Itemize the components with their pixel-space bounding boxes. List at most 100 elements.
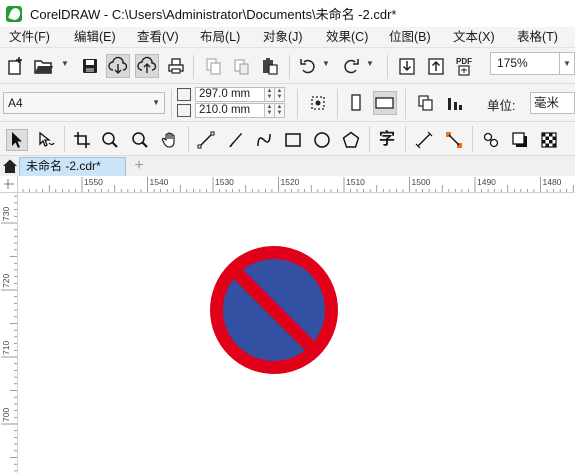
ruler-label: 700 <box>1 408 11 422</box>
toolbar-separator <box>337 89 338 119</box>
page-height-row: 210.0 mm ▲ ▼ ▲ ▼ <box>177 103 290 118</box>
units-select[interactable]: 毫米 <box>530 92 575 114</box>
ellipse-tool-icon[interactable] <box>311 129 333 151</box>
connector-tool-icon[interactable] <box>443 129 465 151</box>
tab-document[interactable]: 未命名 -2.cdr* <box>19 157 126 176</box>
redo-dropdown-icon[interactable]: ▼ <box>366 59 374 68</box>
all-pages-icon[interactable] <box>414 91 438 115</box>
menu-bitmaps[interactable]: 位图(B) <box>389 27 431 48</box>
drawing-layer <box>210 246 338 374</box>
undo-dropdown-icon[interactable]: ▼ <box>322 59 330 68</box>
page-size-select[interactable]: A4 ▼ <box>3 92 165 114</box>
pick-tool-icon[interactable] <box>6 129 28 151</box>
units-label: 单位: <box>487 99 516 113</box>
zoom-tool-icon[interactable] <box>99 129 121 151</box>
current-page-icon[interactable] <box>443 91 467 115</box>
import-icon[interactable] <box>395 54 419 78</box>
shape-tool-icon[interactable] <box>35 129 57 151</box>
ruler-label: 730 <box>1 207 11 221</box>
export-icon[interactable] <box>424 54 448 78</box>
menu-file[interactable]: 文件(F) <box>9 27 50 48</box>
title-bar: CorelDRAW - C:\Users\Administrator\Docum… <box>0 0 575 27</box>
ruler-label: 1490 <box>477 177 496 187</box>
crop-tool-icon[interactable] <box>71 129 93 151</box>
page-width-icon <box>177 88 191 101</box>
zoom-out-icon[interactable] <box>129 129 151 151</box>
pan-tool-icon[interactable] <box>159 129 181 151</box>
width-spin-up-icon[interactable]: ▲ ▼ <box>265 87 275 102</box>
menu-object[interactable]: 对象(J) <box>263 27 303 48</box>
parallel-dimension-icon[interactable] <box>413 129 435 151</box>
ruler-label: 710 <box>1 341 11 355</box>
text-tool-icon[interactable]: 字 <box>376 129 398 151</box>
add-tab-button[interactable]: + <box>131 157 147 175</box>
page-height-icon <box>177 104 191 117</box>
window-title: CorelDRAW - C:\Users\Administrator\Docum… <box>30 7 397 22</box>
ruler-label: 1530 <box>215 177 234 187</box>
vertical-ruler[interactable]: 730 720 710 700 <box>0 193 18 473</box>
drawing-canvas[interactable] <box>18 193 575 473</box>
page-width-row: 297.0 mm ▲ ▼ ▲ ▼ <box>177 87 290 102</box>
publish-pdf-icon[interactable]: PDF <box>453 54 477 78</box>
toolbar-separator <box>405 126 406 152</box>
home-icon[interactable] <box>2 158 18 174</box>
chevron-down-icon: ▼ <box>152 98 160 107</box>
cloud-download-icon[interactable] <box>106 54 130 78</box>
ruler-label: 1500 <box>412 177 431 187</box>
open-icon[interactable] <box>32 54 56 78</box>
toolbar-separator <box>193 55 194 79</box>
ruler-label: 1550 <box>84 177 103 187</box>
menu-layout[interactable]: 布局(L) <box>200 27 240 48</box>
save-icon[interactable] <box>78 54 102 78</box>
page-width-input[interactable]: 297.0 mm <box>195 87 265 102</box>
ruler-label: 1520 <box>281 177 300 187</box>
freehand-tool-icon[interactable] <box>195 129 217 151</box>
menu-view[interactable]: 查看(V) <box>137 27 179 48</box>
zoom-dropdown-icon[interactable]: ▼ <box>560 52 575 75</box>
ruler-corner[interactable] <box>0 176 18 193</box>
text-tool-glyph: 字 <box>378 131 395 148</box>
coreldraw-logo-icon <box>6 5 22 22</box>
menu-effects[interactable]: 效果(C) <box>326 27 368 48</box>
ruler-label: 1510 <box>346 177 365 187</box>
height-spin-up-icon[interactable]: ▲ ▼ <box>265 103 275 118</box>
zoom-level-field[interactable]: 175% <box>490 52 560 75</box>
undo-icon[interactable] <box>296 54 320 78</box>
cloud-upload-icon[interactable] <box>135 54 159 78</box>
print-icon[interactable] <box>164 54 188 78</box>
toolbar-separator <box>188 126 189 152</box>
artistic-media-icon[interactable] <box>224 129 246 151</box>
bezier-icon[interactable] <box>253 129 275 151</box>
copy-icon[interactable] <box>201 54 225 78</box>
toolbar-separator <box>472 126 473 152</box>
blend-tool-icon[interactable] <box>480 129 502 151</box>
menu-table[interactable]: 表格(T) <box>517 27 558 48</box>
menu-edit[interactable]: 编辑(E) <box>74 27 116 48</box>
ruler-label: 1480 <box>543 177 562 187</box>
open-dropdown-icon[interactable]: ▼ <box>61 59 69 68</box>
toolbar-separator <box>289 55 290 79</box>
ruler-label: 1540 <box>150 177 169 187</box>
redo-icon[interactable] <box>339 54 363 78</box>
menu-bar: 文件(F) 编辑(E) 查看(V) 布局(L) 对象(J) 效果(C) 位图(B… <box>0 27 575 48</box>
new-document-icon[interactable] <box>4 54 28 78</box>
toolbar-separator <box>64 126 65 152</box>
clipboard-icon[interactable] <box>258 54 282 78</box>
no-parking-sign[interactable] <box>210 246 338 374</box>
height-spin-alt-icon[interactable]: ▲ ▼ <box>275 103 285 118</box>
landscape-icon[interactable] <box>373 91 397 115</box>
drop-shadow-icon[interactable] <box>509 129 531 151</box>
horizontal-ruler[interactable]: 1550 1540 1530 1520 1510 1500 1490 1480 <box>18 176 575 193</box>
page-origin-icon[interactable] <box>306 91 330 115</box>
rectangle-tool-icon[interactable] <box>282 129 304 151</box>
transparency-icon[interactable] <box>538 129 560 151</box>
page-height-input[interactable]: 210.0 mm <box>195 103 265 118</box>
paste-icon[interactable] <box>229 54 253 78</box>
toolbar-separator <box>171 89 172 119</box>
menu-text[interactable]: 文本(X) <box>453 27 495 48</box>
toolbar-separator <box>297 89 298 119</box>
width-spin-alt-icon[interactable]: ▲ ▼ <box>275 87 285 102</box>
toolbar-separator <box>387 55 388 79</box>
polygon-tool-icon[interactable] <box>340 129 362 151</box>
portrait-icon[interactable] <box>344 91 368 115</box>
